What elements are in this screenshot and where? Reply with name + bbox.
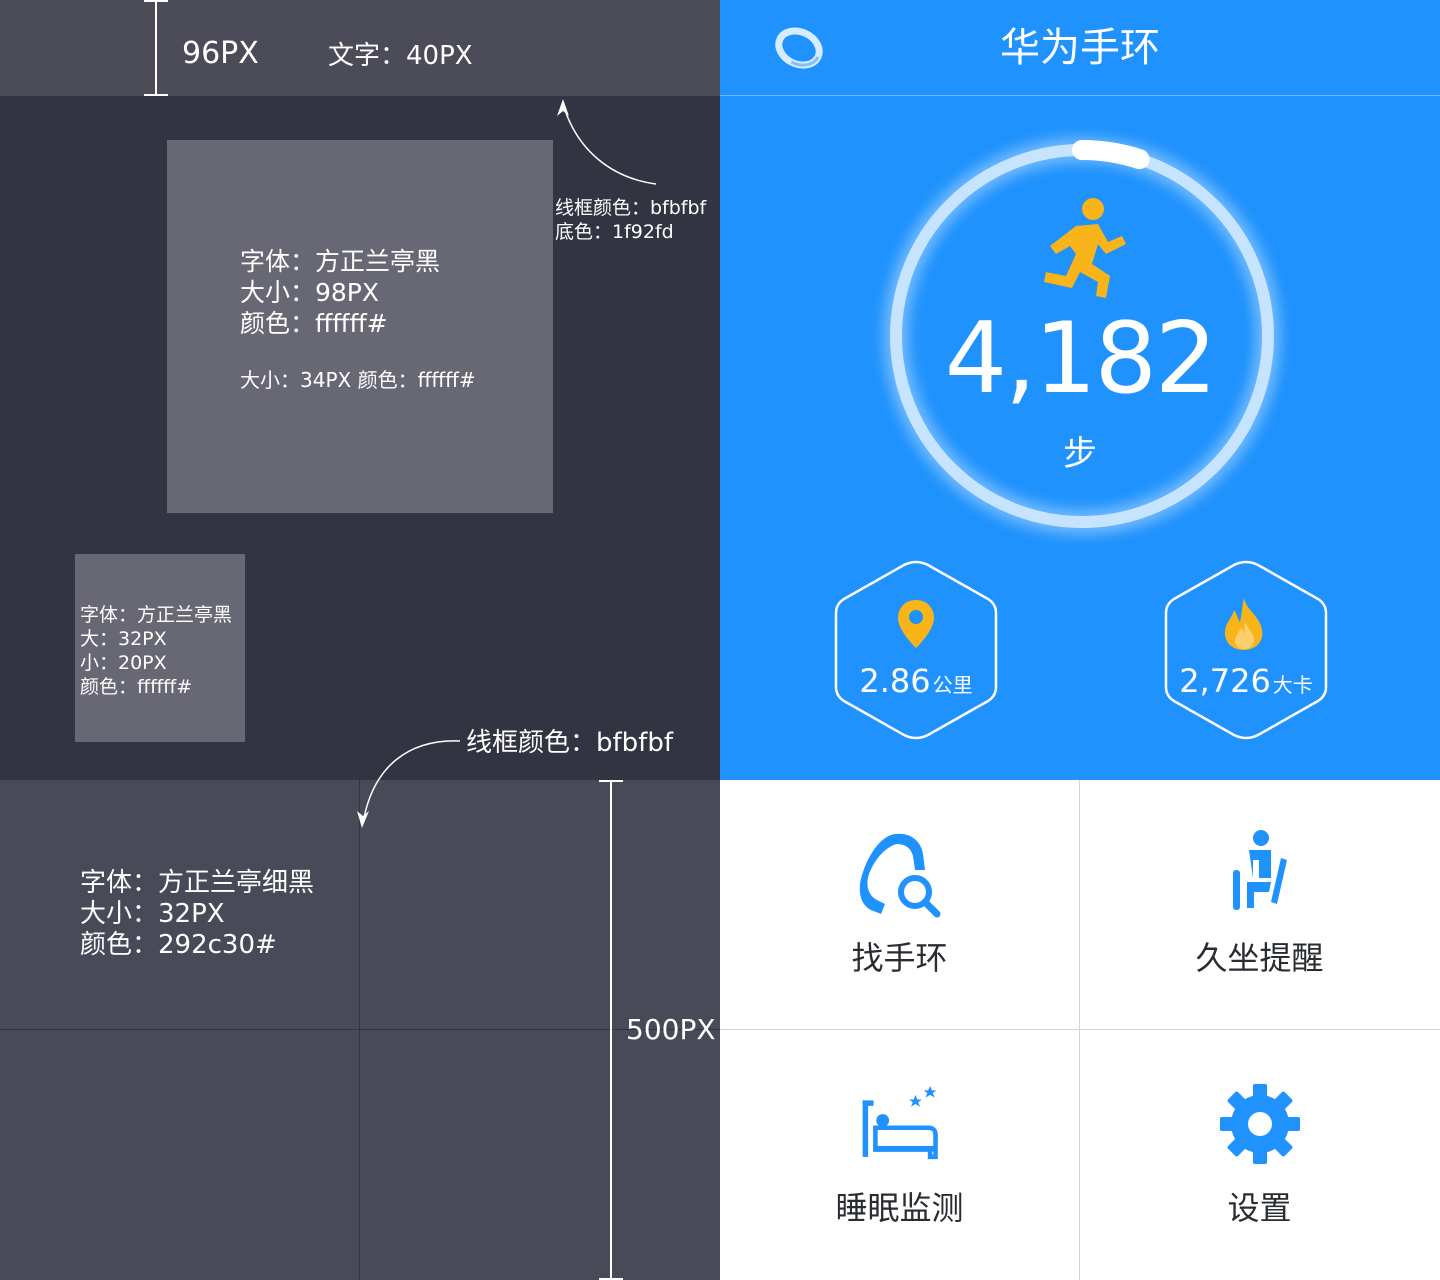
distance-hexagon bbox=[834, 560, 998, 740]
menu-spec-font: 字体：方正兰亭细黑 bbox=[80, 868, 315, 898]
running-icon bbox=[1044, 198, 1126, 298]
step-unit: 步 bbox=[1063, 434, 1097, 474]
grid-arrow bbox=[357, 740, 461, 828]
step-progress-arc bbox=[1072, 140, 1150, 170]
step-spec-color: 颜色：ffffff# bbox=[240, 309, 388, 338]
step-spec-unit: 大小：34PX 颜色：ffffff# bbox=[240, 368, 476, 392]
header-border-note: 线框颜色：bfbfbf bbox=[555, 197, 707, 219]
header-bg-note: 底色：1f92fd bbox=[555, 221, 674, 243]
menu-height-label: 500PX bbox=[626, 1013, 716, 1046]
menu-item-find-band[interactable]: 找手环 bbox=[720, 780, 1079, 1029]
stat-spec-big: 大：32PX bbox=[80, 628, 167, 650]
menu-spec-color: 颜色：292c30# bbox=[80, 930, 277, 960]
calorie-unit: 大卡 bbox=[1272, 673, 1313, 697]
header-text-size-note: 文字：40PX bbox=[328, 41, 473, 71]
header-height-marker bbox=[144, 0, 168, 96]
spec-panel: 96PX 文字：40PX 字体：方正兰亭黑 大小：98PX 颜色：ffffff#… bbox=[0, 0, 720, 1280]
menu-item-sedentary-reminder[interactable]: 久坐提醒 bbox=[1080, 780, 1439, 1029]
menu-item-settings[interactable]: 设置 bbox=[1080, 1030, 1439, 1279]
menu-item-label: 设置 bbox=[1227, 1189, 1292, 1227]
sleep-monitor-icon bbox=[862, 1085, 938, 1160]
menu-vertical-divider bbox=[1079, 780, 1080, 1280]
menu-horizontal-divider bbox=[720, 1029, 1440, 1030]
menu-spec-size: 大小：32PX bbox=[80, 899, 225, 929]
app-header: 华为手环 bbox=[720, 0, 1440, 96]
sedentary-reminder-icon bbox=[1233, 830, 1287, 910]
menu-item-label: 久坐提醒 bbox=[1195, 939, 1324, 977]
menu-item-label: 睡眠监测 bbox=[835, 1189, 964, 1227]
menu-item-sleep-monitor[interactable]: 睡眠监测 bbox=[720, 1030, 1079, 1279]
feature-menu: 找手环 久坐提醒 睡眠监测 设置 bbox=[720, 780, 1440, 1280]
stat-spec-small: 小：20PX bbox=[80, 652, 167, 674]
stat-spec-font: 字体：方正兰亭黑 bbox=[80, 604, 233, 626]
stat-spec-color: 颜色：ffffff# bbox=[80, 676, 193, 698]
distance-unit: 公里 bbox=[932, 673, 973, 697]
location-pin-icon bbox=[898, 600, 934, 648]
step-spec-font: 字体：方正兰亭黑 bbox=[240, 247, 441, 276]
gear-icon bbox=[1220, 1084, 1300, 1164]
app-title: 华为手环 bbox=[1000, 25, 1160, 71]
calorie-value: 2,726 bbox=[1179, 662, 1271, 700]
menu-spec-vertical-divider bbox=[359, 780, 360, 1280]
find-band-icon bbox=[859, 833, 941, 918]
distance-stat: 2.86 公里 bbox=[806, 660, 1026, 702]
flame-icon bbox=[1224, 598, 1263, 650]
step-spec-size: 大小：98PX bbox=[240, 278, 380, 307]
header-arrow bbox=[557, 99, 657, 185]
menu-height-marker bbox=[599, 780, 623, 1280]
distance-value: 2.86 bbox=[859, 662, 931, 700]
step-count: 4,182 bbox=[944, 302, 1218, 416]
grid-border-note: 线框颜色：bfbfbf bbox=[466, 728, 673, 758]
header-height-label: 96PX bbox=[182, 36, 259, 71]
calorie-stat: 2,726 大卡 bbox=[1136, 660, 1356, 702]
band-app-screen: 华为手环 4,182 步 2.86 公里 2,726 大卡 找手环 久坐提醒 睡… bbox=[720, 0, 1440, 1280]
menu-item-label: 找手环 bbox=[851, 939, 948, 977]
